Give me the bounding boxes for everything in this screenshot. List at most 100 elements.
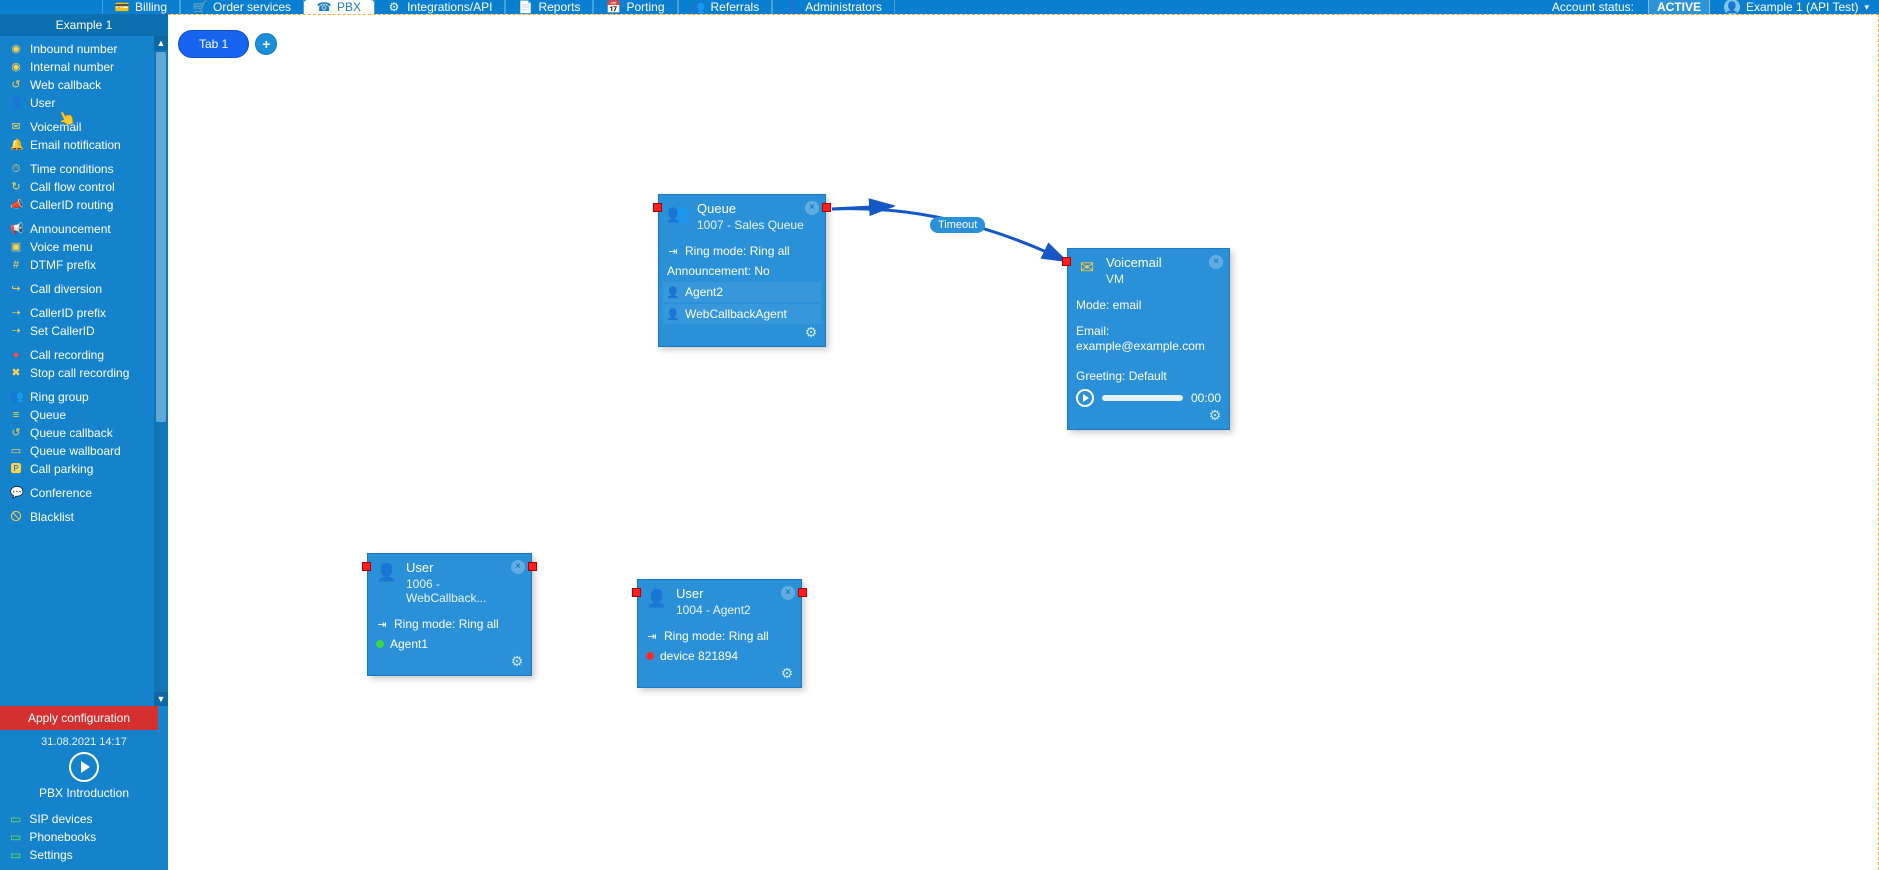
- nav-label: Order services: [213, 0, 291, 14]
- user-name: Example 1 (API Test): [1746, 0, 1859, 14]
- palette-item-dtmf-prefix[interactable]: #DTMF prefix: [0, 256, 168, 274]
- node-title: User: [406, 560, 523, 575]
- port-in[interactable]: [632, 588, 641, 597]
- palette-item-voicemail[interactable]: ✉Voicemail: [0, 118, 168, 136]
- scroll-up-icon[interactable]: ▲: [154, 36, 168, 50]
- apply-configuration-button[interactable]: Apply configuration: [0, 706, 158, 730]
- scroll-down-icon[interactable]: ▼: [154, 692, 168, 706]
- user-icon: 👤: [646, 588, 668, 610]
- palette-item-set-callerid[interactable]: ⇢Set CallerID: [0, 322, 168, 340]
- nav-tab-billing[interactable]: 💳Billing: [102, 0, 180, 14]
- palette-item-email-notification[interactable]: 🔔Email notification: [0, 136, 168, 154]
- link-icon: ▭: [10, 830, 21, 844]
- palette-label: Email notification: [30, 138, 121, 152]
- greeting-progress[interactable]: [1102, 395, 1183, 401]
- vm-email-label: Email:: [1076, 324, 1109, 338]
- port-out[interactable]: [822, 203, 831, 212]
- palette-item-callerid-routing[interactable]: 📣CallerID routing: [0, 196, 168, 214]
- edge-queue-to-voicemail: [168, 14, 1879, 870]
- palette-icon: ≡: [10, 410, 22, 421]
- port-in[interactable]: [653, 203, 662, 212]
- gear-icon[interactable]: ⚙: [779, 665, 795, 681]
- call-flow-canvas[interactable]: Tab 1 + Timeout × 👥 Queue 1007 - Sal: [168, 14, 1879, 870]
- palette-item-stop-call-recording[interactable]: ✖Stop call recording: [0, 364, 168, 382]
- current-user[interactable]: 👤 Example 1 (API Test) ▾: [1724, 0, 1869, 15]
- palette-item-web-callback[interactable]: ↺Web callback: [0, 76, 168, 94]
- ring-mode-icon: ⇥: [667, 245, 679, 258]
- port-out[interactable]: [528, 562, 537, 571]
- palette-icon: ⏱: [10, 164, 22, 175]
- palette-item-callerid-prefix[interactable]: ⇢CallerID prefix: [0, 304, 168, 322]
- nav-icon: 👤: [785, 0, 799, 14]
- palette-item-conference[interactable]: 💬Conference: [0, 484, 168, 502]
- nav-icon: 📅: [606, 0, 620, 14]
- port-out[interactable]: [798, 588, 807, 597]
- palette-icon: 🅿: [10, 464, 22, 475]
- user-agent: Agent1: [390, 637, 428, 651]
- palette-item-call-recording[interactable]: ●Call recording: [0, 346, 168, 364]
- nav-tab-pbx[interactable]: ☎PBX: [304, 0, 374, 14]
- canvas-tab-1[interactable]: Tab 1: [178, 30, 249, 58]
- close-icon[interactable]: ×: [781, 586, 795, 600]
- play-greeting-button[interactable]: [1076, 389, 1094, 407]
- palette-item-queue-callback[interactable]: ↺Queue callback: [0, 424, 168, 442]
- palette-item-internal-number[interactable]: ◉Internal number: [0, 58, 168, 76]
- palette-item-user[interactable]: 👤User: [0, 94, 168, 112]
- scroll-thumb[interactable]: [156, 52, 166, 422]
- palette-item-ring-group[interactable]: 👥Ring group: [0, 388, 168, 406]
- node-user-1006[interactable]: × 👤 User 1006 - WebCallback... ⇥Ring mod…: [367, 553, 532, 676]
- nav-tab-order-services[interactable]: 🛒Order services: [180, 0, 304, 14]
- nav-tab-porting[interactable]: 📅 Porting: [593, 0, 677, 14]
- gear-icon[interactable]: ⚙: [803, 324, 819, 340]
- close-icon[interactable]: ×: [805, 201, 819, 215]
- nav-label: Porting: [626, 0, 664, 14]
- palette-label: CallerID prefix: [30, 306, 106, 320]
- gear-icon[interactable]: ⚙: [1207, 407, 1223, 423]
- bottom-link-phonebooks[interactable]: ▭Phonebooks: [10, 828, 158, 846]
- pbx-intro-label: PBX Introduction: [39, 786, 129, 800]
- queue-icon: 👥: [667, 203, 689, 225]
- palette-item-announcement[interactable]: 📢Announcement: [0, 220, 168, 238]
- palette-item-queue[interactable]: ≡Queue: [0, 406, 168, 424]
- edge-label-timeout[interactable]: Timeout: [930, 217, 985, 233]
- bottom-link-sip-devices[interactable]: ▭SIP devices: [10, 810, 158, 828]
- nav-icon: ⚙: [387, 0, 401, 14]
- palette-item-call-parking[interactable]: 🅿Call parking: [0, 460, 168, 478]
- palette-label: Call recording: [30, 348, 104, 362]
- node-voicemail[interactable]: × ✉ Voicemail VM Mode: email Email: exam…: [1067, 248, 1230, 430]
- palette-item-call-flow-control[interactable]: ↻Call flow control: [0, 178, 168, 196]
- node-queue[interactable]: × 👥 Queue 1007 - Sales Queue ⇥Ring mode:…: [658, 194, 826, 347]
- close-icon[interactable]: ×: [1209, 255, 1223, 269]
- greeting-duration: 00:00: [1191, 391, 1221, 405]
- palette-item-queue-wallboard[interactable]: ▭Queue wallboard: [0, 442, 168, 460]
- nav-icon: 📄: [518, 0, 532, 14]
- nav-tab-integrations-api[interactable]: ⚙ Integrations/API: [374, 0, 505, 14]
- nav-label: Integrations/API: [407, 0, 492, 14]
- palette-item-voice-menu[interactable]: ▣Voice menu: [0, 238, 168, 256]
- palette-item-call-diversion[interactable]: ↪Call diversion: [0, 280, 168, 298]
- top-right: Account status: ACTIVE 👤 Example 1 (API …: [1552, 0, 1879, 14]
- nav-tab-reports[interactable]: 📄Reports: [505, 0, 593, 14]
- palette-item-inbound-number[interactable]: ◉Inbound number: [0, 40, 168, 58]
- scrollbar[interactable]: ▲ ▼: [154, 36, 168, 706]
- palette-item-blacklist[interactable]: 🛇Blacklist: [0, 508, 168, 526]
- gear-icon[interactable]: ⚙: [509, 653, 525, 669]
- node-subtitle: 1004 - Agent2: [676, 603, 751, 617]
- palette-label: Blacklist: [30, 510, 74, 524]
- sidebar-scroll: ◉Inbound number◉Internal number↺Web call…: [0, 36, 168, 706]
- nav-tab-referrals[interactable]: 👥Referrals: [678, 0, 773, 14]
- nav-tab-administrators[interactable]: 👤Administrators: [772, 0, 895, 14]
- port-in[interactable]: [1062, 257, 1071, 266]
- palette-item-time-conditions[interactable]: ⏱ Time conditions: [0, 160, 168, 178]
- palette-label: Time conditions: [30, 162, 114, 176]
- port-in[interactable]: [362, 562, 371, 571]
- bottom-link-settings[interactable]: ▭Settings: [10, 846, 158, 864]
- close-icon[interactable]: ×: [511, 560, 525, 574]
- sidebar-title: Example 1: [0, 14, 168, 36]
- top-bar: 💳Billing🛒Order services☎PBX ⚙ Integrations…: [0, 0, 1879, 14]
- play-intro-button[interactable]: [69, 752, 99, 782]
- add-tab-button[interactable]: +: [255, 33, 277, 55]
- status-dot-online-icon: [376, 640, 384, 648]
- node-user-1004[interactable]: × 👤 User 1004 - Agent2 ⇥Ring mode: Ring …: [637, 579, 802, 688]
- primary-nav: 💳Billing🛒Order services☎PBX ⚙ Integrations…: [102, 0, 895, 14]
